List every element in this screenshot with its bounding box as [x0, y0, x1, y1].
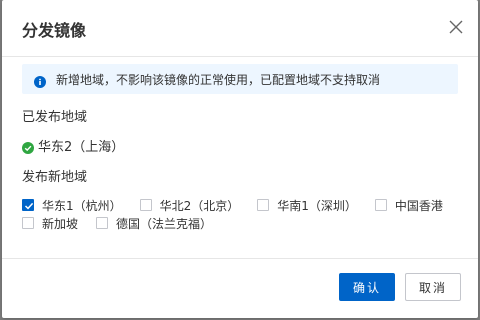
region-label: 华北2（北京）: [159, 198, 240, 213]
region-label: 德国（法兰克福）: [116, 216, 213, 231]
region-label: 新加坡: [42, 216, 79, 231]
checkbox-checked[interactable]: [22, 199, 34, 211]
region-checkbox-row-1: 华东1（杭州） 华北2（北京） 华南1（深圳） 中国香港: [22, 197, 461, 213]
checkbox[interactable]: [257, 199, 270, 211]
region-option-shenzhen[interactable]: 华南1（深圳）: [257, 197, 357, 214]
check-circle-icon: [22, 139, 34, 154]
dialog-footer: 确认 取消: [2, 258, 478, 319]
checkbox[interactable]: [139, 199, 152, 211]
dialog-header: 分发镜像: [2, 0, 478, 57]
checkbox[interactable]: [22, 217, 34, 229]
region-option-singapore[interactable]: 新加坡: [22, 215, 78, 232]
published-region: 华东2（上海）: [22, 136, 125, 155]
info-icon: [34, 73, 46, 88]
region-option-hongkong[interactable]: 中国香港: [374, 197, 443, 214]
new-regions-label: 发布新地域: [22, 170, 88, 185]
region-option-hangzhou[interactable]: 华东1（杭州）: [22, 197, 122, 214]
distribute-image-dialog: 分发镜像 新增地域，不影响该镜像的正常使用，已配置地域不支持取消 已发布地域 华…: [2, 0, 478, 318]
confirm-button[interactable]: 确认: [339, 273, 395, 301]
region-option-frankfurt[interactable]: 德国（法兰克福）: [96, 215, 212, 232]
notice-banner: 新增地域，不影响该镜像的正常使用，已配置地域不支持取消: [22, 64, 458, 94]
close-icon[interactable]: [446, 17, 466, 37]
cancel-button[interactable]: 取消: [405, 273, 461, 301]
region-label: 华东1（杭州）: [42, 198, 122, 213]
region-checkbox-row-2: 新加坡 德国（法兰克福）: [22, 215, 230, 231]
region-label: 中国香港: [394, 198, 443, 213]
checkbox[interactable]: [96, 217, 109, 229]
dialog-title: 分发镜像: [22, 21, 87, 40]
region-option-beijing[interactable]: 华北2（北京）: [139, 197, 240, 214]
notice-text: 新增地域，不影响该镜像的正常使用，已配置地域不支持取消: [56, 73, 381, 87]
region-label: 华南1（深圳）: [277, 198, 357, 213]
checkbox[interactable]: [374, 199, 387, 211]
published-regions-label: 已发布地域: [22, 110, 88, 125]
published-region-name: 华东2（上海）: [38, 139, 125, 155]
